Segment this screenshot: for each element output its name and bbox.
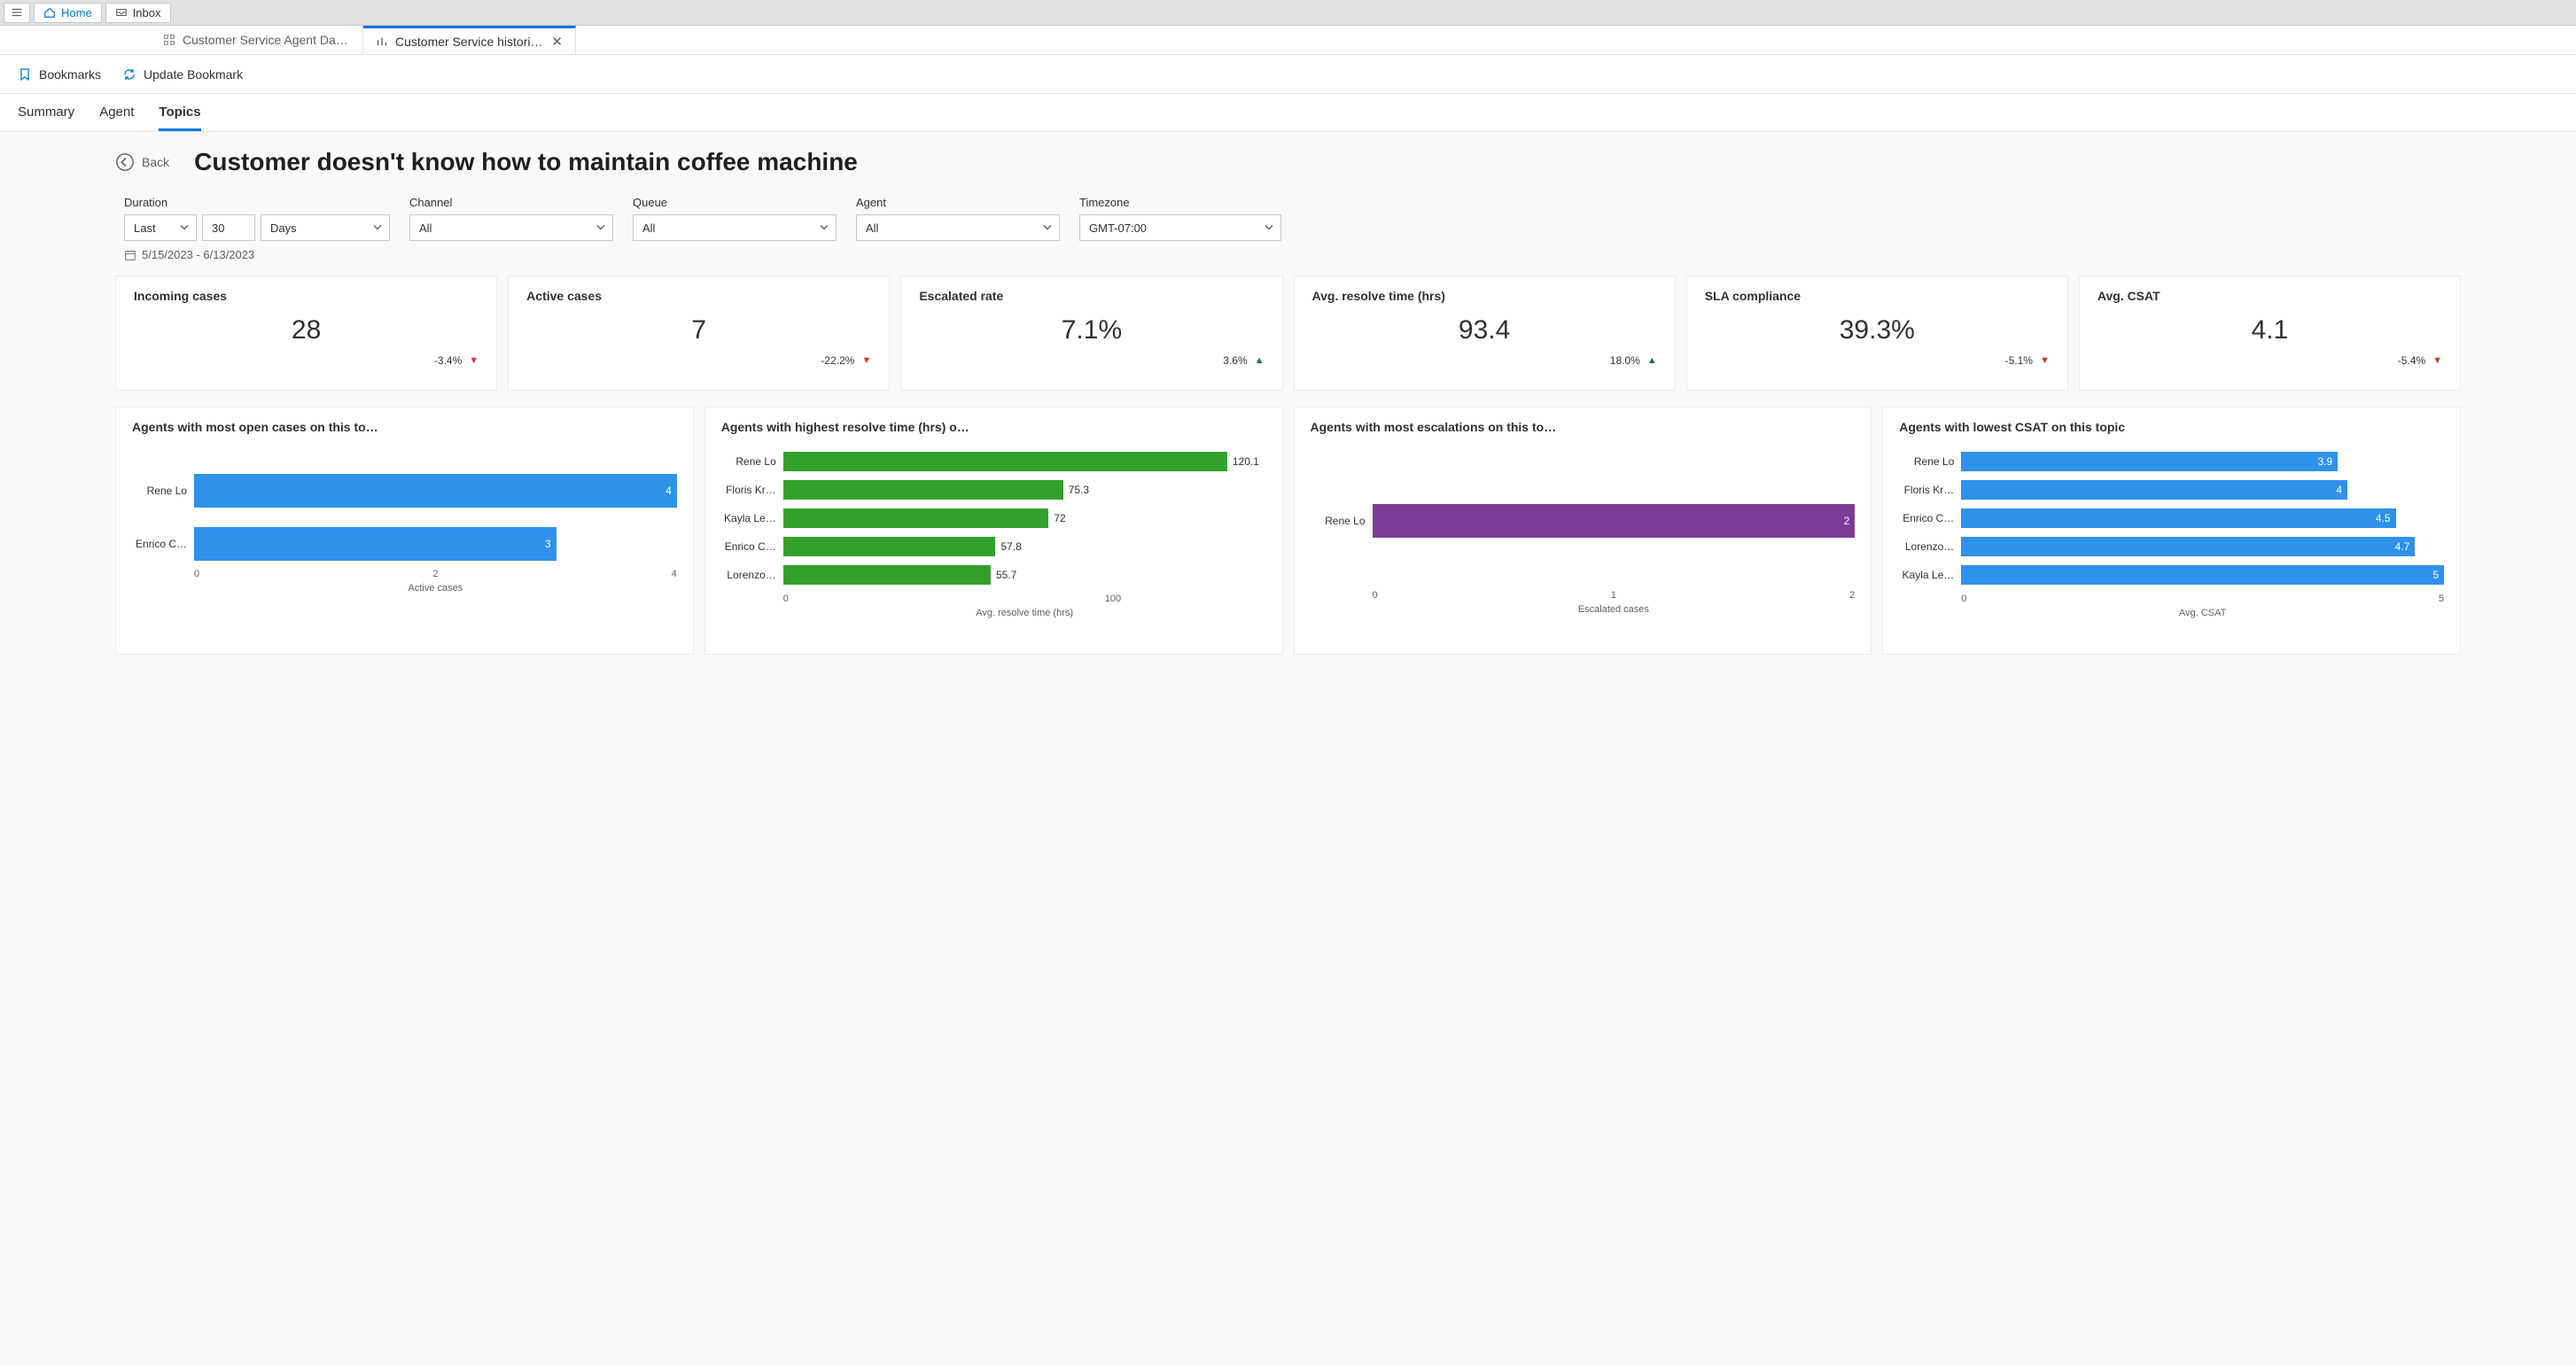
chart-resolve-time[interactable]: Agents with highest resolve time (hrs) o… bbox=[704, 407, 1283, 655]
bookmarks-icon bbox=[18, 67, 32, 81]
kpi-incoming-cases[interactable]: Incoming cases 28 -3.4%▼ bbox=[115, 276, 497, 391]
chart-open-cases[interactable]: Agents with most open cases on this to… … bbox=[115, 407, 694, 655]
calendar-icon bbox=[124, 249, 136, 261]
trend-down-icon: ▼ bbox=[861, 355, 871, 366]
inbox-icon bbox=[115, 6, 128, 19]
channel-label: Channel bbox=[409, 196, 613, 209]
agent-label: Agent bbox=[856, 196, 1060, 209]
hamburger-icon bbox=[11, 6, 23, 19]
back-button[interactable]: Back bbox=[115, 152, 169, 172]
agent-select[interactable]: All bbox=[856, 214, 1060, 241]
home-button[interactable]: Home bbox=[34, 3, 102, 23]
bookmarks-label: Bookmarks bbox=[39, 67, 101, 81]
workspace-tabs: Customer Service Agent Dash… Customer Se… bbox=[0, 26, 2576, 55]
tab-summary[interactable]: Summary bbox=[18, 105, 74, 131]
chart-row: Agents with most open cases on this to… … bbox=[115, 407, 2461, 655]
trend-down-icon: ▼ bbox=[469, 355, 479, 366]
kpi-csat[interactable]: Avg. CSAT 4.1 -5.4%▼ bbox=[2079, 276, 2461, 391]
chart-csat[interactable]: Agents with lowest CSAT on this topic Re… bbox=[1882, 407, 2461, 655]
date-range: 5/15/2023 - 6/13/2023 bbox=[124, 248, 2461, 261]
channel-select[interactable]: All bbox=[409, 214, 613, 241]
home-label: Home bbox=[61, 6, 92, 19]
tab-dashboard-label: Customer Service Agent Dash… bbox=[183, 33, 350, 47]
queue-select[interactable]: All bbox=[633, 214, 837, 241]
inbox-button[interactable]: Inbox bbox=[105, 3, 171, 23]
chevron-down-icon bbox=[820, 223, 829, 232]
close-icon[interactable]: ✕ bbox=[551, 34, 563, 50]
update-bookmark-label: Update Bookmark bbox=[144, 67, 243, 81]
tab-dashboard[interactable]: Customer Service Agent Dash… bbox=[151, 26, 363, 54]
duration-unit-select[interactable]: Days bbox=[261, 214, 390, 241]
trend-up-icon: ▲ bbox=[1647, 355, 1657, 366]
duration-label: Duration bbox=[124, 196, 390, 209]
x-axis: 0 2 4 bbox=[194, 569, 677, 579]
grid-icon bbox=[163, 34, 175, 46]
hamburger-button[interactable] bbox=[4, 3, 30, 23]
back-label: Back bbox=[142, 155, 169, 169]
update-bookmark-button[interactable]: Update Bookmark bbox=[122, 67, 243, 81]
trend-up-icon: ▲ bbox=[1255, 355, 1265, 366]
chevron-down-icon bbox=[596, 223, 605, 232]
x-axis: 0 5 bbox=[1961, 594, 2444, 604]
back-arrow-icon bbox=[115, 152, 135, 172]
timezone-select[interactable]: GMT-07:00 bbox=[1079, 214, 1281, 241]
chart-esc-bars: Rene Lo2 bbox=[1311, 450, 1856, 539]
page-title: Customer doesn't know how to maintain co… bbox=[194, 148, 858, 176]
x-axis: 0 1 2 bbox=[1373, 590, 1856, 601]
trend-down-icon: ▼ bbox=[2040, 355, 2050, 366]
x-axis: 0 100 bbox=[783, 594, 1266, 604]
command-bar: Bookmarks Update Bookmark bbox=[0, 55, 2576, 94]
bar-row: Enrico C… 3 bbox=[132, 526, 677, 562]
tab-historical-label: Customer Service historica… bbox=[395, 35, 544, 49]
bookmarks-button[interactable]: Bookmarks bbox=[18, 67, 101, 81]
tab-historical[interactable]: Customer Service historica… ✕ bbox=[363, 26, 576, 54]
chart-resolve-bars: Rene Lo120.1 Floris Kr…75.3 Kayla Le…72 … bbox=[721, 450, 1266, 586]
chart-icon bbox=[376, 35, 388, 48]
duration-mode-select[interactable]: Last bbox=[124, 214, 197, 241]
chart-escalations[interactable]: Agents with most escalations on this to…… bbox=[1294, 407, 1872, 655]
bar-row: Rene Lo 4 bbox=[132, 473, 677, 508]
filter-bar: Duration Last 30 Days Channel All bbox=[124, 196, 2461, 241]
report-tabs: Summary Agent Topics bbox=[0, 94, 2576, 132]
queue-label: Queue bbox=[633, 196, 837, 209]
chevron-down-icon bbox=[180, 223, 189, 232]
global-toolbar: Home Inbox bbox=[0, 0, 2576, 26]
kpi-sla[interactable]: SLA compliance 39.3% -5.1%▼ bbox=[1686, 276, 2068, 391]
chevron-down-icon bbox=[373, 223, 382, 232]
chevron-down-icon bbox=[1265, 223, 1273, 232]
chart-csat-bars: Rene Lo3.9 Floris Kr…4 Enrico C…4.5 Lore… bbox=[1899, 450, 2444, 586]
kpi-avg-resolve[interactable]: Avg. resolve time (hrs) 93.4 18.0%▲ bbox=[1294, 276, 1676, 391]
kpi-escalated-rate[interactable]: Escalated rate 7.1% 3.6%▲ bbox=[900, 276, 1282, 391]
tab-agent[interactable]: Agent bbox=[99, 105, 134, 131]
home-icon bbox=[43, 6, 56, 19]
inbox-label: Inbox bbox=[133, 6, 161, 19]
chevron-down-icon bbox=[1043, 223, 1052, 232]
tab-topics[interactable]: Topics bbox=[159, 105, 200, 131]
chart-open-bars: Rene Lo 4 Enrico C… 3 bbox=[132, 450, 677, 562]
timezone-label: Timezone bbox=[1079, 196, 1281, 209]
kpi-active-cases[interactable]: Active cases 7 -22.2%▼ bbox=[508, 276, 890, 391]
report-content: Back Customer doesn't know how to mainta… bbox=[0, 132, 2576, 690]
duration-count-input[interactable]: 30 bbox=[202, 214, 255, 241]
trend-down-icon: ▼ bbox=[2432, 355, 2442, 366]
refresh-icon bbox=[122, 67, 136, 81]
kpi-row: Incoming cases 28 -3.4%▼ Active cases 7 … bbox=[115, 276, 2461, 391]
